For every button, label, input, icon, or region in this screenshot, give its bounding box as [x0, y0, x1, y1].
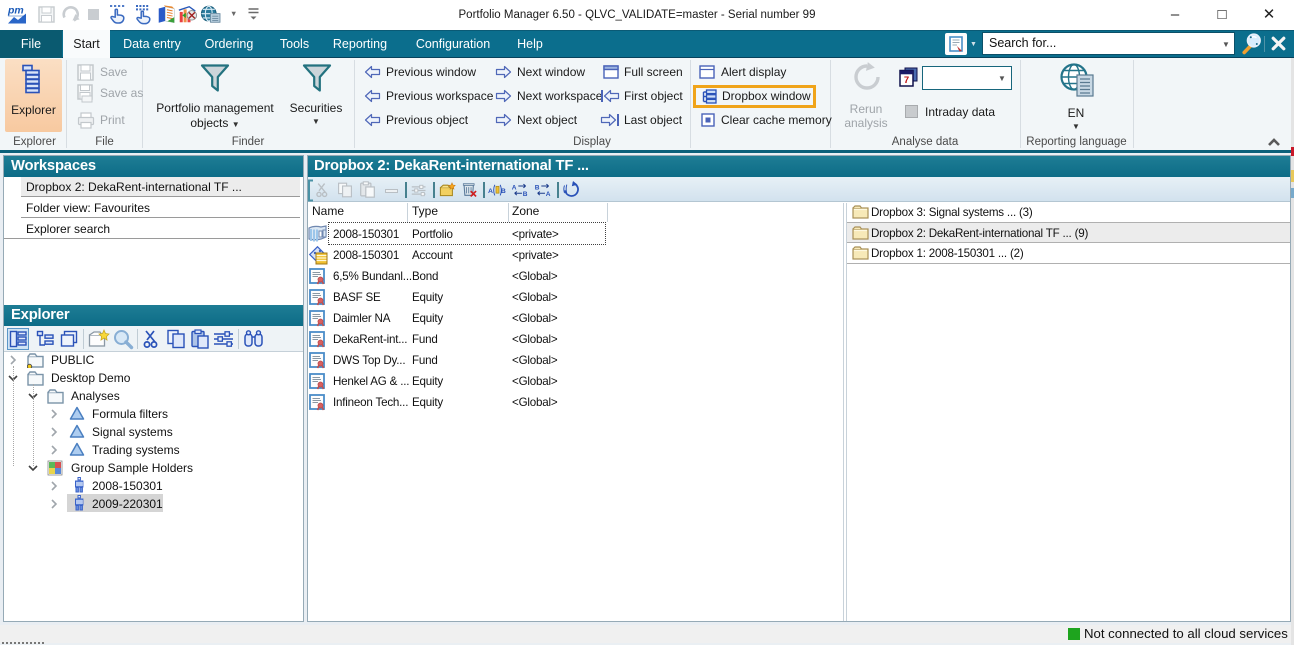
svg-text:7: 7 [904, 75, 909, 86]
svg-text:A: A [546, 191, 551, 197]
svg-text:B: B [523, 191, 528, 197]
svg-text:A: A [512, 185, 517, 192]
svg-text:pm: pm [7, 5, 24, 17]
svg-text:B: B [535, 185, 540, 192]
svg-text:A: A [488, 188, 493, 195]
